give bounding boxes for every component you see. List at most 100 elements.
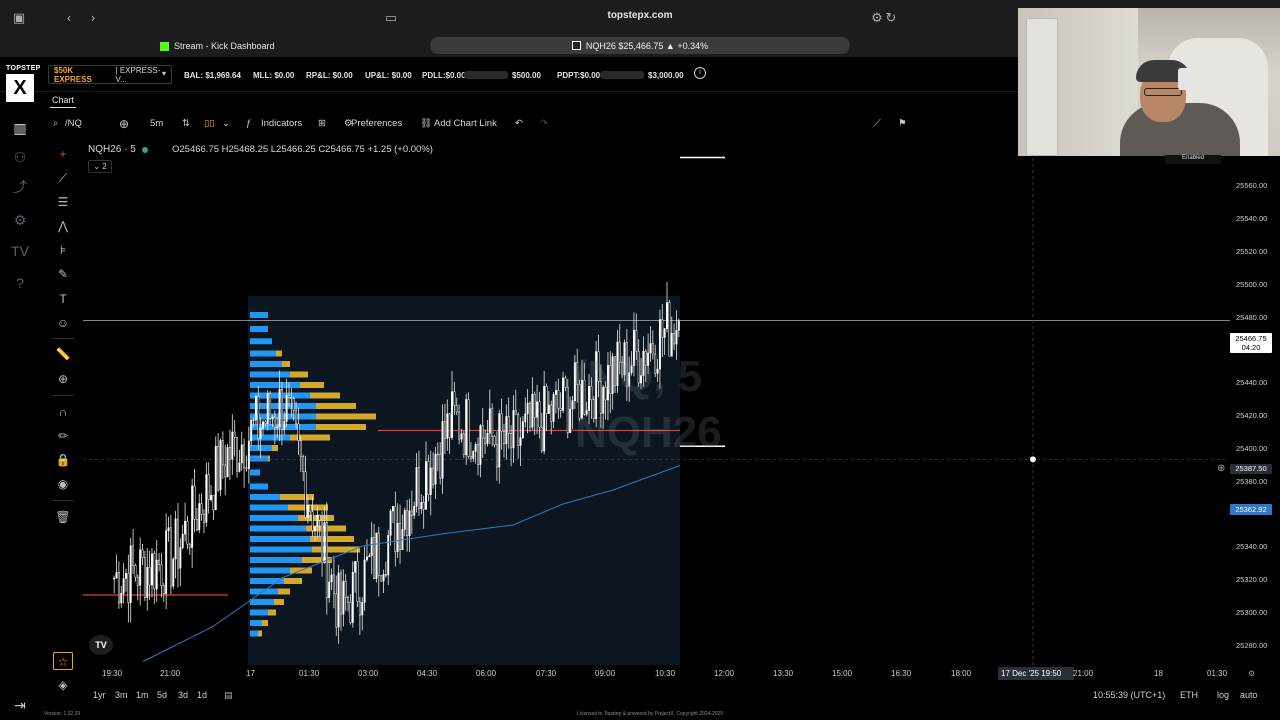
time-settings-icon[interactable]: ⚙ — [1248, 669, 1255, 678]
candle-body — [436, 453, 439, 456]
account-select[interactable]: $50K EXPRESS | EXPRESS-V... ▾ — [48, 65, 172, 84]
auto-toggle[interactable]: auto — [1240, 690, 1258, 700]
settings-icon[interactable]: ⚙ — [10, 210, 30, 230]
magnet-icon[interactable]: ∩ — [53, 403, 73, 421]
fib-tool-icon[interactable]: ⊧ — [53, 241, 73, 259]
candle-body — [410, 510, 413, 516]
candles-icon[interactable]: ▯▯ — [204, 115, 214, 133]
candle-body — [481, 425, 484, 439]
volume-profile-bar — [316, 403, 356, 409]
layers-icon[interactable]: ◈ — [53, 676, 73, 694]
candle-body — [125, 573, 127, 579]
time-tick: 10:30 — [655, 669, 676, 678]
back-icon[interactable]: ‹ — [60, 9, 78, 27]
trash-icon[interactable]: 🗑 — [53, 508, 73, 526]
indicators-button[interactable]: Indicators — [261, 115, 302, 133]
price-axis[interactable]: 25560.00 25540.00 25520.00 25500.00 2548… — [1230, 140, 1280, 665]
forward-icon[interactable]: › — [84, 9, 102, 27]
candle-body — [465, 399, 468, 455]
clock[interactable]: 10:55:39 (UTC+1) — [1093, 690, 1165, 700]
link-icon: ⛓ — [420, 118, 433, 129]
candle-body — [321, 520, 324, 563]
calendar-icon[interactable]: ▤ — [224, 690, 233, 701]
symbol-search[interactable]: /NQ — [65, 115, 82, 133]
brush-tool-icon[interactable]: ✎ — [53, 265, 73, 283]
search-icon[interactable]: ⌕ — [53, 115, 58, 133]
volume-profile-bar — [250, 504, 288, 511]
flag-tool-icon[interactable]: ⚑ — [898, 115, 907, 133]
candle-body — [510, 433, 513, 449]
trend-icon[interactable]: ⤴ — [10, 177, 30, 197]
sidebar-toggle-icon[interactable]: ▣ — [10, 9, 28, 27]
watermark-contract: NQH26 — [575, 408, 722, 457]
tab-chart[interactable]: Chart — [50, 93, 77, 108]
range-5d[interactable]: 5d — [157, 690, 167, 700]
collapse-indicators-button[interactable]: ⌄ 2 — [88, 160, 112, 173]
pencil-lock-icon[interactable]: ✏ — [53, 427, 73, 445]
volume-profile-bar — [290, 371, 308, 378]
add-alert-icon[interactable]: ⊕ — [1217, 463, 1225, 474]
preferences-button[interactable]: Preferences — [351, 115, 402, 133]
range-3d[interactable]: 3d — [178, 690, 188, 700]
price-chart[interactable] — [83, 140, 1230, 665]
candle-body — [266, 393, 269, 424]
line-tool-icon[interactable]: ⟋ — [53, 169, 73, 187]
time-axis[interactable]: 19:30 21:00 17 01:30 03:00 04:30 06:00 0… — [83, 666, 1273, 682]
candle-body — [212, 495, 215, 511]
text-tool-icon[interactable]: T — [53, 290, 73, 308]
price-tick: 25480.00 — [1236, 313, 1268, 322]
hlines-tool-icon[interactable]: ☰ — [53, 193, 73, 211]
tab-label: Stream - Kick Dashboard — [174, 41, 275, 51]
session-toggle[interactable]: ETH — [1180, 690, 1198, 700]
price-tick: 25500.00 — [1236, 280, 1268, 289]
add-symbol-icon[interactable]: ⊕ — [119, 115, 129, 133]
crosshair-dot — [1030, 456, 1036, 463]
range-1yr[interactable]: 1yr — [93, 690, 106, 700]
help-icon[interactable]: ? — [10, 273, 30, 293]
redo-icon[interactable]: ↷ — [540, 115, 548, 133]
lock-icon[interactable]: 🔒 — [53, 451, 73, 469]
ruler-icon[interactable]: 📏 — [53, 345, 73, 363]
price-tick: 25540.00 — [1236, 214, 1268, 223]
pattern-tool-icon[interactable]: ⋀ — [53, 217, 73, 235]
range-1m[interactable]: 1m — [136, 690, 149, 700]
tradingview-icon[interactable]: TV — [10, 241, 30, 261]
volume-profile-bar — [316, 424, 366, 430]
bar-style-icon[interactable]: ⇅ — [182, 115, 190, 133]
add-chart-link-button[interactable]: Add Chart Link — [434, 115, 497, 133]
zoom-icon[interactable]: ⊕ — [53, 370, 73, 388]
volume-profile-bar — [290, 434, 330, 441]
range-1d[interactable]: 1d — [197, 690, 207, 700]
candle-body — [115, 572, 118, 579]
layout-grid-icon[interactable]: ⊞ — [318, 115, 326, 133]
crosshair-icon[interactable]: + — [53, 145, 73, 163]
eye-icon[interactable]: ◉ — [53, 475, 73, 493]
candle-body — [254, 396, 257, 421]
chart-icon[interactable]: ▥ — [10, 118, 30, 138]
log-toggle[interactable]: log — [1217, 690, 1229, 700]
users-icon[interactable]: ⚇ — [10, 147, 30, 167]
url-bar[interactable]: topstepx.com — [560, 10, 720, 21]
volume-profile-bar — [272, 445, 278, 451]
range-3m[interactable]: 3m — [115, 690, 128, 700]
reload-icon[interactable]: ↻ — [882, 9, 900, 27]
vwap-price-tag: 25362.92 — [1230, 504, 1272, 515]
candle-body — [408, 510, 411, 536]
time-tick: 12:00 — [714, 669, 735, 678]
star-icon[interactable]: ☆ — [53, 652, 73, 670]
trendline-tool-icon[interactable]: ⟋ — [874, 115, 881, 133]
volume-profile-bar — [250, 312, 268, 318]
undo-icon[interactable]: ↶ — [515, 115, 523, 133]
tab-topstepx[interactable]: NQH26 $25,466.75 ▲ +0.34% — [430, 37, 850, 54]
tradingview-logo-icon[interactable]: TV — [89, 635, 113, 655]
candle-body — [318, 514, 321, 521]
emoji-tool-icon[interactable]: ☺ — [53, 314, 73, 332]
tab-kick-dashboard[interactable]: Stream - Kick Dashboard — [160, 38, 275, 54]
candle-body — [479, 425, 482, 465]
chevron-down-icon[interactable]: ⌄ — [222, 115, 230, 133]
info-icon[interactable]: i — [694, 67, 706, 79]
candle-body — [314, 526, 316, 531]
candle-body — [559, 407, 562, 411]
candle-body — [675, 330, 678, 345]
interval-select[interactable]: 5m — [150, 115, 163, 133]
